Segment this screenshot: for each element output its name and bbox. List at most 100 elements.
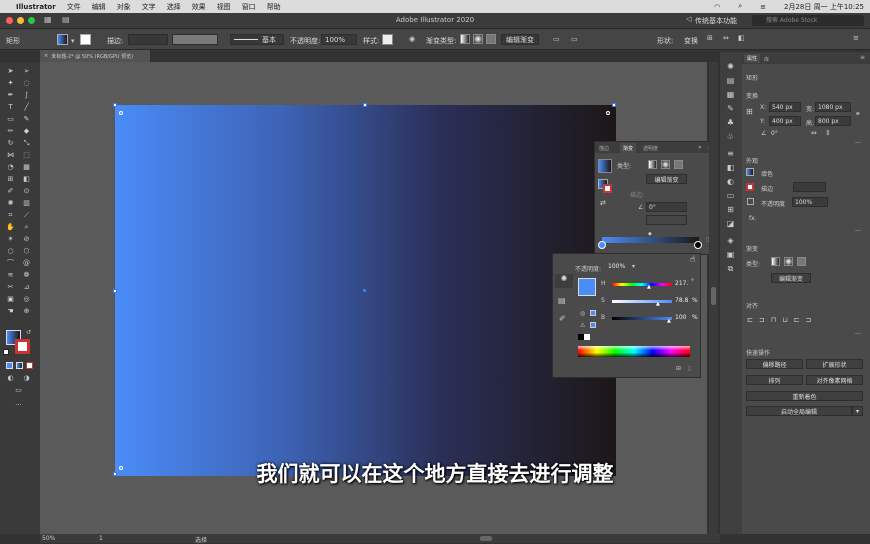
stroke-swatch[interactable] (80, 34, 91, 45)
recolor-icon[interactable]: ◉ (409, 35, 415, 43)
y-position-field[interactable]: 400 px (769, 116, 801, 126)
scale-tool-icon[interactable]: ⤡ (22, 140, 31, 147)
none-mode-icon[interactable] (26, 362, 33, 369)
draw-mode-icon[interactable]: ◐ (6, 375, 15, 382)
control-center-icon[interactable]: ≡ (760, 3, 766, 11)
magnify-tool-icon[interactable]: ◎ (22, 296, 31, 303)
color-mode-icon[interactable] (6, 362, 13, 369)
gradient-slider[interactable] (602, 237, 699, 243)
layers-icon[interactable]: ◈ (725, 236, 736, 245)
artboard-number[interactable]: 1 (99, 535, 103, 542)
selection-tool-icon[interactable]: ➤ (6, 68, 15, 75)
tab-properties[interactable]: 属性 (744, 54, 761, 63)
opacity-value[interactable]: 100% (608, 263, 625, 270)
menu-select[interactable]: 选择 (167, 2, 181, 12)
hand-tool-icon[interactable]: ✋ (6, 224, 15, 231)
bbox-handle-top-left[interactable] (113, 103, 117, 107)
align-icon[interactable]: ▭ (553, 35, 560, 43)
brushes-icon[interactable]: ✎ (725, 104, 736, 113)
graph-tool-icon[interactable]: ▥ (22, 200, 31, 207)
curvature-tool-icon[interactable]: ∫ (22, 92, 31, 99)
document-tab[interactable]: × 未标题-2* @ 50% (RGB/GPU 预览) (40, 50, 150, 62)
gradient-stop-left[interactable] (598, 241, 606, 249)
properties-menu-icon[interactable]: ≡ (860, 54, 865, 61)
line-tool-icon[interactable]: ╱ (22, 104, 31, 111)
zoom-in-tool-icon[interactable]: ⊕ (22, 308, 31, 315)
perspective-tool-icon[interactable]: ▦ (22, 164, 31, 171)
flip-vertical-icon[interactable]: ⇕ (825, 129, 831, 137)
mesh-tool-icon[interactable]: ⊞ (6, 176, 15, 183)
panel-menu-icon[interactable]: ≡ (853, 34, 859, 42)
menu-edit[interactable]: 编辑 (92, 2, 106, 12)
opacity-dropdown-icon[interactable]: ▾ (632, 263, 635, 270)
shape-builder-tool-icon[interactable]: ◔ (6, 164, 15, 171)
web-safe-swatch[interactable] (590, 310, 596, 316)
edit-gradient-button[interactable]: 编辑渐变 (501, 34, 539, 45)
gradient-icon[interactable]: ◧ (725, 163, 736, 172)
gradient-stop-right[interactable] (694, 241, 702, 249)
arrange-button[interactable]: 排列 (746, 375, 803, 385)
transform-button[interactable]: 变换 (684, 36, 698, 46)
print-tiling-tool-icon[interactable]: ▣ (6, 296, 15, 303)
stock-search-input[interactable]: 搜索 Adobe Stock (752, 15, 864, 26)
transparency-icon[interactable]: ◐ (725, 177, 736, 186)
hue-slider[interactable] (612, 283, 672, 286)
gradient-rectangle[interactable] (113, 103, 616, 476)
rotate-tool-icon[interactable]: ↻ (6, 140, 15, 147)
artboard-tool-icon[interactable]: ⌗ (6, 212, 15, 219)
saturation-value[interactable]: 78.8 (675, 297, 688, 304)
graphic-style-swatch[interactable] (382, 34, 393, 45)
magic-wand-tool-icon[interactable]: ✦ (6, 80, 15, 87)
grid-icon[interactable]: ⊞ (707, 34, 713, 42)
color-panel-icon[interactable]: ✺ (725, 62, 736, 71)
white-swatch[interactable] (584, 334, 590, 340)
appearance-icon[interactable]: ▭ (725, 191, 736, 200)
puppet-warp-tool-icon[interactable]: ✶ (6, 236, 15, 243)
reference-point-icon[interactable]: ⊞ (746, 107, 753, 116)
hand-pan-tool-icon[interactable]: ☚ (6, 308, 15, 315)
paintbrush-tool-icon[interactable]: ✎ (22, 116, 31, 123)
web-safe-icon[interactable]: ◎ (580, 310, 585, 317)
bbox-handle-top-right[interactable] (612, 103, 616, 107)
close-tab-icon[interactable]: × (44, 53, 48, 59)
symbol-sprayer-tool-icon[interactable]: ✺ (6, 200, 15, 207)
bbox-handle-left[interactable] (113, 289, 117, 293)
x-position-field[interactable]: 540 px (769, 102, 801, 112)
aspect-ratio-field[interactable] (646, 215, 687, 225)
stroke-weight-field[interactable] (128, 34, 168, 45)
linear-gradient-icon[interactable] (460, 34, 470, 44)
menu-file[interactable]: 文件 (67, 2, 81, 12)
distribute-icon[interactable]: ▭ (571, 35, 578, 43)
align-icon[interactable]: ⊞ (725, 205, 736, 214)
swatches-icon[interactable]: ▦ (725, 90, 736, 99)
trash-icon[interactable]: ▯ (688, 365, 691, 372)
menu-effect[interactable]: 效果 (192, 2, 206, 12)
fx-button[interactable]: fx. (749, 215, 757, 222)
global-edit-button[interactable]: 启动全局编辑 (746, 406, 852, 416)
width-tool-icon[interactable]: ⋈ (6, 152, 15, 159)
menu-view[interactable]: 视图 (217, 2, 231, 12)
hue-slider-thumb[interactable]: ▲ (647, 284, 651, 290)
opacity-field[interactable]: 100% (321, 34, 357, 45)
align-buttons-row[interactable]: ⊏⊐⊓⊔⊏⊐ (747, 316, 817, 324)
edit-gradient-button[interactable]: 编辑渐变 (646, 174, 687, 184)
slice-tool-icon[interactable]: ⟋ (22, 212, 31, 219)
direct-selection-tool-icon[interactable]: ➢ (22, 68, 31, 75)
corner-widget-right[interactable] (606, 111, 610, 115)
chevron-down-icon[interactable]: ▾ (71, 37, 75, 45)
wifi-icon[interactable]: ◠ (714, 3, 720, 11)
linear-type-icon[interactable] (648, 160, 657, 169)
tab-libraries[interactable]: 库 (764, 56, 769, 63)
radial-gradient-icon[interactable] (473, 34, 483, 44)
gamut-warning-icon[interactable]: ⚠ (580, 322, 585, 329)
panel-collapse-icon[interactable]: » (698, 144, 702, 151)
scissors-tool-icon[interactable]: ✂ (6, 284, 15, 291)
links-icon[interactable]: ⧉ (725, 264, 736, 273)
menu-window[interactable]: 窗口 (242, 2, 256, 12)
appearance-fill-swatch[interactable] (746, 168, 754, 176)
workspace-switcher[interactable]: 传统基本功能 (695, 16, 737, 26)
hue-value[interactable]: 217. (675, 280, 688, 287)
tab-stroke[interactable]: 描边 (599, 145, 609, 152)
type-tool-icon[interactable]: T (6, 104, 15, 111)
menu-object[interactable]: 对象 (117, 2, 131, 12)
